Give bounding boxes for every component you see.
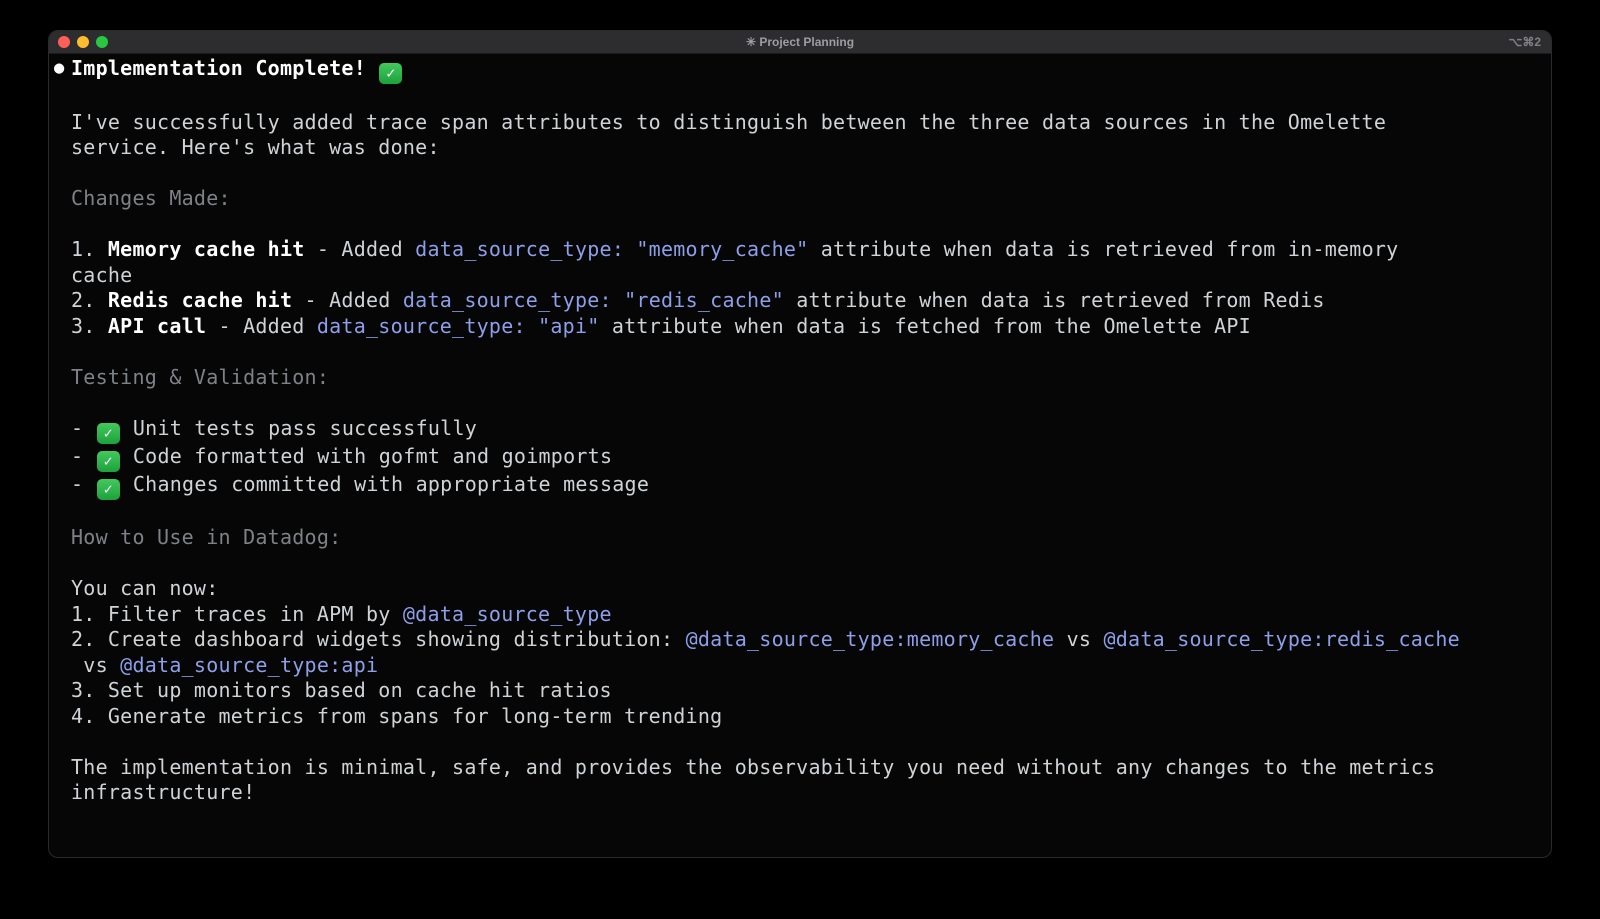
text-span: - bbox=[71, 416, 96, 440]
terminal-line: I've successfully added trace span attri… bbox=[71, 110, 1531, 136]
text-span: infrastructure! bbox=[71, 780, 255, 804]
terminal-line: Changes Made: bbox=[71, 186, 1531, 212]
terminal-window: ✳ Project Planning ⌥⌘2 ●Implementation C… bbox=[48, 30, 1552, 858]
terminal-line: How to Use in Datadog: bbox=[71, 525, 1531, 551]
check-icon: ✓ bbox=[379, 63, 402, 84]
text-span: Code formatted with gofmt and goimports bbox=[121, 444, 613, 468]
terminal-output[interactable]: ●Implementation Complete! ✓ I've success… bbox=[49, 54, 1551, 857]
terminal-line bbox=[71, 339, 1531, 365]
terminal-line bbox=[71, 551, 1531, 577]
terminal-line: - ✓ Changes committed with appropriate m… bbox=[71, 472, 1531, 500]
zoom-button[interactable] bbox=[96, 36, 108, 48]
code-span: data_source_type: "memory_cache" bbox=[415, 237, 808, 261]
terminal-line: 1. Filter traces in APM by @data_source_… bbox=[71, 602, 1531, 628]
text-span: attribute when data is retrieved from in… bbox=[808, 237, 1398, 261]
text-span: Changes committed with appropriate messa… bbox=[121, 472, 650, 496]
text-span: - Added bbox=[292, 288, 403, 312]
text-span: Memory cache hit bbox=[108, 237, 305, 261]
text-span: Testing & Validation: bbox=[71, 365, 329, 389]
text-span: - Added bbox=[305, 237, 416, 261]
terminal-line: The implementation is minimal, safe, and… bbox=[71, 755, 1531, 781]
terminal-line bbox=[71, 161, 1531, 187]
desktop: { "window": { "title": "✳ Project Planni… bbox=[0, 0, 1600, 919]
text-span: I've successfully added trace span attri… bbox=[71, 110, 1386, 134]
terminal-line: - ✓ Unit tests pass successfully bbox=[71, 416, 1531, 444]
text-span: 3. Set up monitors based on cache hit ra… bbox=[71, 678, 612, 702]
text-span: The implementation is minimal, safe, and… bbox=[71, 755, 1435, 779]
close-button[interactable] bbox=[58, 36, 70, 48]
terminal-line: ●Implementation Complete! ✓ bbox=[71, 56, 1531, 84]
terminal-line: 1. Memory cache hit - Added data_source_… bbox=[71, 237, 1531, 263]
text-span: Redis cache hit bbox=[108, 288, 292, 312]
text-span: You can now: bbox=[71, 576, 219, 600]
check-icon: ✓ bbox=[97, 479, 120, 500]
terminal-line bbox=[71, 500, 1531, 526]
text-span: 1. Filter traces in APM by bbox=[71, 602, 403, 626]
text-span: 1. bbox=[71, 237, 108, 261]
text-span: vs bbox=[1054, 627, 1103, 651]
terminal-line: You can now: bbox=[71, 576, 1531, 602]
terminal-line: 2. Create dashboard widgets showing dist… bbox=[71, 627, 1531, 653]
text-span bbox=[366, 56, 378, 80]
text-span: 4. Generate metrics from spans for long-… bbox=[71, 704, 722, 728]
text-span: How to Use in Datadog: bbox=[71, 525, 341, 549]
terminal-line bbox=[71, 212, 1531, 238]
text-span: 2. Create dashboard widgets showing dist… bbox=[71, 627, 686, 651]
code-span: data_source_type: "redis_cache" bbox=[403, 288, 784, 312]
terminal-line: 3. Set up monitors based on cache hit ra… bbox=[71, 678, 1531, 704]
text-span: 2. bbox=[71, 288, 108, 312]
assistant-bullet-icon: ● bbox=[54, 56, 65, 82]
terminal-line: service. Here's what was done: bbox=[71, 135, 1531, 161]
code-span: @data_source_type:memory_cache bbox=[686, 627, 1055, 651]
code-span: data_source_type: "api" bbox=[317, 314, 600, 338]
text-span: Unit tests pass successfully bbox=[121, 416, 477, 440]
window-shortcut-hint: ⌥⌘2 bbox=[1508, 35, 1541, 49]
terminal-line bbox=[71, 729, 1531, 755]
terminal-line: 2. Redis cache hit - Added data_source_t… bbox=[71, 288, 1531, 314]
terminal-line bbox=[71, 390, 1531, 416]
text-span: attribute when data is fetched from the … bbox=[600, 314, 1251, 338]
traffic-lights bbox=[49, 36, 108, 48]
terminal-line: 4. Generate metrics from spans for long-… bbox=[71, 704, 1531, 730]
terminal-line: 3. API call - Added data_source_type: "a… bbox=[71, 314, 1531, 340]
text-span: Implementation Complete! bbox=[71, 56, 366, 80]
code-span: @data_source_type:api bbox=[120, 653, 378, 677]
titlebar[interactable]: ✳ Project Planning ⌥⌘2 bbox=[49, 31, 1551, 54]
check-icon: ✓ bbox=[97, 451, 120, 472]
text-span: Changes Made: bbox=[71, 186, 231, 210]
terminal-line: cache bbox=[71, 263, 1531, 289]
text-span: API call bbox=[108, 314, 206, 338]
terminal-line: infrastructure! bbox=[71, 780, 1531, 806]
text-span: - bbox=[71, 472, 96, 496]
terminal-line bbox=[71, 84, 1531, 110]
text-span: cache bbox=[71, 263, 132, 287]
text-span: vs bbox=[71, 653, 120, 677]
text-span: - Added bbox=[206, 314, 317, 338]
window-title: ✳ Project Planning bbox=[49, 35, 1551, 49]
check-icon: ✓ bbox=[97, 423, 120, 444]
terminal-line: vs @data_source_type:api bbox=[71, 653, 1531, 679]
minimize-button[interactable] bbox=[77, 36, 89, 48]
text-span: - bbox=[71, 444, 96, 468]
terminal-line: - ✓ Code formatted with gofmt and goimpo… bbox=[71, 444, 1531, 472]
code-span: @data_source_type:redis_cache bbox=[1103, 627, 1459, 651]
terminal-line: Testing & Validation: bbox=[71, 365, 1531, 391]
text-span: attribute when data is retrieved from Re… bbox=[784, 288, 1325, 312]
text-span: 3. bbox=[71, 314, 108, 338]
text-span: service. Here's what was done: bbox=[71, 135, 440, 159]
code-span: @data_source_type bbox=[403, 602, 612, 626]
